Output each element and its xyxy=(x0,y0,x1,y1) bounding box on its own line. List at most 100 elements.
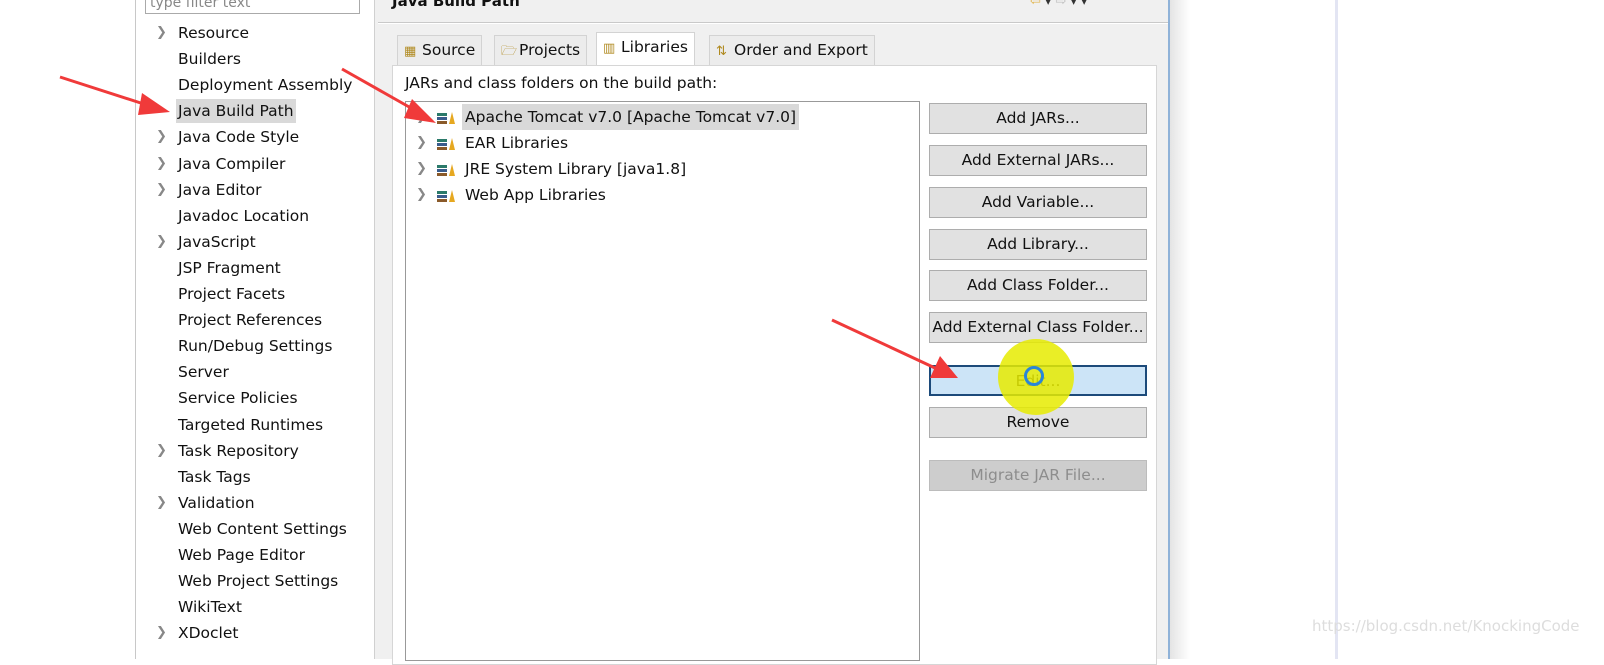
tree-item-label: Targeted Runtimes xyxy=(178,415,324,434)
tree-item[interactable]: Task Tags xyxy=(136,465,376,489)
tree-item[interactable]: ❯ Java Code Style xyxy=(136,125,376,149)
add-external-jars-button[interactable]: Add External JARs... xyxy=(929,145,1147,176)
filter-input[interactable]: type filter text xyxy=(145,0,360,14)
tree-item-label: Validation xyxy=(178,493,255,512)
tree-item[interactable]: Server xyxy=(136,360,376,384)
tree-item-label: Java Build Path xyxy=(176,99,296,124)
tree-item[interactable]: Builders xyxy=(136,47,376,71)
chevron-right-icon[interactable]: ❯ xyxy=(156,491,167,515)
library-label: EAR Libraries xyxy=(465,134,569,152)
tree-item[interactable]: WikiText xyxy=(136,595,376,619)
library-label: Web App Libraries xyxy=(465,186,606,204)
tree-item[interactable]: Web Content Settings xyxy=(136,517,376,541)
tab-projects[interactable]: 🗁 Projects xyxy=(494,35,588,65)
tree-item[interactable]: ❯ Validation xyxy=(136,491,376,515)
tab-source[interactable]: ▦ Source xyxy=(397,35,483,65)
tree-item[interactable]: Web Page Editor xyxy=(136,543,376,567)
tree-item-label: Deployment Assembly xyxy=(178,76,353,95)
dialog-shadow xyxy=(1170,0,1190,659)
nav-toolbar[interactable]: ⇦▾⇨▾▾ xyxy=(1030,0,1091,9)
chevron-right-icon[interactable]: ❯ xyxy=(156,621,167,645)
tree-item[interactable]: ❯ Task Repository xyxy=(136,439,376,463)
tree-item-label: Project References xyxy=(178,311,323,330)
tree-item-label: Web Project Settings xyxy=(178,572,339,591)
tree-item-label: Java Compiler xyxy=(178,154,286,173)
tab-label: Order and Export xyxy=(734,41,868,59)
tab-label: Source xyxy=(422,41,476,59)
tree-item-label: XDoclet xyxy=(178,624,239,643)
menu-icon[interactable]: ▾ xyxy=(1081,0,1092,9)
library-label: JRE System Library [java1.8] xyxy=(465,160,687,178)
tree-item[interactable]: Project Facets xyxy=(136,282,376,306)
tree-item[interactable]: ❯ XDoclet xyxy=(136,621,376,645)
chevron-right-icon[interactable]: ❯ xyxy=(156,152,167,176)
tree-item[interactable]: ❯ JavaScript xyxy=(136,230,376,254)
source-folder-icon: ▦ xyxy=(404,44,417,59)
library-item[interactable]: ❯ Web App Libraries xyxy=(406,182,906,208)
library-item[interactable]: ❯ Apache Tomcat v7.0 [Apache Tomcat v7.0… xyxy=(406,104,906,130)
tree-item[interactable]: ❯ Java Editor xyxy=(136,178,376,202)
chevron-right-icon[interactable]: ❯ xyxy=(156,439,167,463)
background-divider xyxy=(1335,0,1338,659)
add-variable-button[interactable]: Add Variable... xyxy=(929,187,1147,218)
cursor-icon xyxy=(1024,366,1044,386)
tree-item[interactable]: ❯ Resource xyxy=(136,21,376,45)
property-tree: ❯ Resource Builders Deployment Assembly Java… xyxy=(135,0,375,659)
tree-item-label: Server xyxy=(178,363,229,382)
chevron-right-icon[interactable]: ❯ xyxy=(156,21,167,45)
panel-label: JARs and class folders on the build path… xyxy=(405,74,718,92)
folder-icon: 🗁 xyxy=(501,44,518,59)
tree-item-label: Java Code Style xyxy=(178,128,300,147)
tree-item-label: Task Repository xyxy=(178,441,299,460)
tree-item[interactable]: Deployment Assembly xyxy=(136,73,376,97)
chevron-right-icon[interactable]: ❯ xyxy=(416,104,427,130)
tree-item-label: Project Facets xyxy=(178,285,286,303)
forward-icon[interactable]: ⇨ xyxy=(1055,0,1070,9)
library-item[interactable]: ❯ EAR Libraries xyxy=(406,130,906,156)
migrate-jar-file-button: Migrate JAR File... xyxy=(929,460,1147,491)
tree-item-label: Web Content Settings xyxy=(178,519,347,538)
tree-item-label: WikiText xyxy=(178,598,242,617)
tree-item-label: Java Editor xyxy=(178,180,262,199)
page-title: Java Build Path xyxy=(392,0,520,10)
library-icon xyxy=(437,138,455,150)
library-icon: ▥ xyxy=(603,41,616,56)
library-label: Apache Tomcat v7.0 [Apache Tomcat v7.0] xyxy=(462,104,800,130)
order-icon: ⇅ xyxy=(716,44,727,59)
tab-label: Projects xyxy=(519,41,581,59)
chevron-right-icon[interactable]: ❯ xyxy=(156,178,167,202)
tree-item[interactable]: Targeted Runtimes xyxy=(136,413,376,437)
tree-item[interactable]: Project References xyxy=(136,308,376,332)
add-library-button[interactable]: Add Library... xyxy=(929,229,1147,260)
library-item[interactable]: ❯ JRE System Library [java1.8] xyxy=(406,156,906,182)
tree-item-label: Service Policies xyxy=(178,389,298,408)
chevron-right-icon[interactable]: ❯ xyxy=(156,230,167,254)
tree-item[interactable]: Run/Debug Settings xyxy=(136,334,376,358)
tree-item-label: Web Page Editor xyxy=(178,546,306,564)
tree-item-label: Task Tags xyxy=(178,467,251,486)
chevron-right-icon[interactable]: ❯ xyxy=(416,130,427,156)
add-class-folder-button[interactable]: Add Class Folder... xyxy=(929,270,1147,301)
tree-item[interactable]: ❯ Java Compiler xyxy=(136,152,376,176)
tree-item[interactable]: Java Build Path xyxy=(136,99,376,124)
add-jars-button[interactable]: Add JARs... xyxy=(929,103,1147,134)
tree-item[interactable]: JSP Fragment xyxy=(136,256,376,280)
chevron-right-icon[interactable]: ❯ xyxy=(416,156,427,182)
library-icon xyxy=(437,112,455,124)
tree-item[interactable]: Web Project Settings xyxy=(136,569,376,593)
tree-item[interactable]: Javadoc Location xyxy=(136,204,376,228)
tree-item-label: Run/Debug Settings xyxy=(178,337,333,356)
tree-item-label: Resource xyxy=(178,24,250,42)
chevron-right-icon[interactable]: ❯ xyxy=(416,182,427,208)
tree-item-label: Javadoc Location xyxy=(178,206,310,225)
tab-label: Libraries xyxy=(621,38,688,56)
tab-order-and-export[interactable]: ⇅ Order and Export xyxy=(709,35,875,65)
library-icon xyxy=(437,190,455,202)
libraries-list[interactable]: ❯ Apache Tomcat v7.0 [Apache Tomcat v7.0… xyxy=(405,101,920,661)
title-separator xyxy=(378,22,1168,24)
tab-libraries[interactable]: ▥ Libraries xyxy=(596,32,695,66)
tree-item[interactable]: Service Policies xyxy=(136,386,376,410)
chevron-right-icon[interactable]: ❯ xyxy=(156,125,167,149)
tree-item-label: JSP Fragment xyxy=(178,258,281,277)
back-icon[interactable]: ⇦ xyxy=(1030,0,1045,9)
